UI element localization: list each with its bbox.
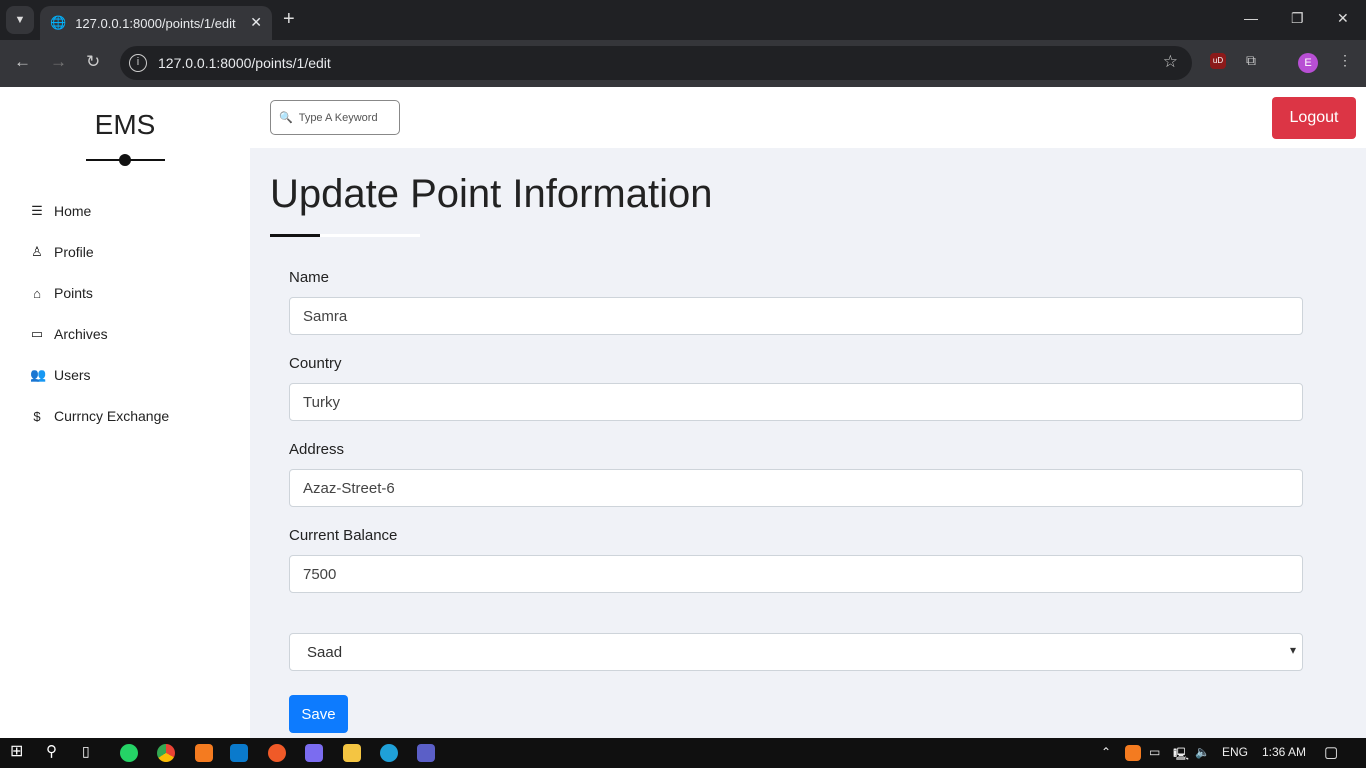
extensions-icon[interactable]: ⧉: [1246, 52, 1256, 69]
bookmark-star-icon[interactable]: ☆: [1163, 52, 1178, 72]
browser-tab-bar: ▼ 🌐 127.0.0.1:8000/points/1/edit ✕ + — ❐…: [0, 0, 1366, 40]
sidebar-item-profile[interactable]: ♙ Profile: [30, 244, 94, 260]
tray-xampp-icon[interactable]: [1125, 745, 1141, 761]
search-taskbar-icon[interactable]: ⚲: [46, 742, 64, 760]
user-select[interactable]: Saad ▾: [289, 633, 1303, 671]
bank-icon: ⌂: [33, 285, 41, 301]
logo: EMS: [94, 109, 156, 140]
browser-toolbar: ← → ↻ i 127.0.0.1:8000/points/1/edit ☆ u…: [0, 40, 1366, 87]
close-tab-icon[interactable]: ✕: [250, 14, 262, 31]
search-icon: 🔍: [279, 112, 293, 124]
clock[interactable]: 1:36 AM: [1262, 745, 1306, 759]
top-header: 🔍 Type A Keyword Logout: [250, 87, 1366, 148]
new-tab-button[interactable]: +: [283, 8, 295, 31]
chart-icon: ☰: [31, 203, 43, 218]
close-window-icon[interactable]: ✕: [1337, 10, 1349, 27]
sidebar: EMS ☰ Home ♙ Profile ⌂ Points ▭ Archives 👥 Us…: [0, 87, 250, 738]
app-icon[interactable]: [268, 744, 286, 762]
browser-tab[interactable]: 🌐 127.0.0.1:8000/points/1/edit ✕: [40, 6, 272, 40]
chrome-icon[interactable]: [157, 744, 175, 762]
folder-icon: ▭: [30, 326, 44, 341]
search-input[interactable]: 🔍 Type A Keyword: [270, 100, 400, 135]
sidebar-item-points[interactable]: ⌂ Points: [30, 285, 93, 301]
forward-icon[interactable]: →: [50, 52, 67, 72]
network-icon[interactable]: 🖳: [1173, 745, 1189, 766]
tab-search-button[interactable]: ▼: [6, 6, 34, 34]
reload-icon[interactable]: ↻: [86, 52, 100, 72]
sidebar-item-currency-exchange[interactable]: $ Currncy Exchange: [30, 408, 169, 424]
back-icon[interactable]: ←: [14, 52, 31, 72]
address-input[interactable]: [289, 469, 1303, 507]
users-icon: 👥: [30, 367, 47, 382]
search-placeholder: Type A Keyword: [298, 111, 378, 124]
file-explorer-icon[interactable]: [343, 744, 361, 762]
info-icon[interactable]: i: [129, 54, 147, 72]
user-icon: ♙: [31, 244, 43, 259]
name-input[interactable]: [289, 297, 1303, 335]
country-input[interactable]: [289, 383, 1303, 421]
sidebar-item-users[interactable]: 👥 Users: [30, 367, 91, 383]
windows-start-icon[interactable]: ⊞: [10, 741, 28, 760]
dollar-icon: $: [33, 408, 41, 424]
logo-dot: [119, 154, 131, 166]
name-label: Name: [289, 269, 330, 286]
page-title: Update Point Information: [270, 172, 713, 216]
volume-icon[interactable]: 🔈: [1195, 745, 1210, 759]
battery-icon[interactable]: ▭: [1149, 745, 1160, 759]
balance-input[interactable]: [289, 555, 1303, 593]
title-underline: [270, 234, 320, 237]
teams-icon[interactable]: [417, 744, 435, 762]
xampp-icon[interactable]: [195, 744, 213, 762]
save-button[interactable]: Save: [289, 695, 348, 733]
menu-icon[interactable]: ⋮: [1338, 52, 1352, 69]
profile-avatar[interactable]: E: [1298, 53, 1318, 73]
whatsapp-icon[interactable]: [120, 744, 138, 762]
minimize-icon[interactable]: —: [1244, 10, 1258, 26]
country-label: Country: [289, 355, 342, 372]
restore-icon[interactable]: ❐: [1291, 10, 1304, 27]
edge-icon[interactable]: [380, 744, 398, 762]
language-indicator[interactable]: ENG: [1222, 745, 1248, 759]
globe-icon: 🌐: [50, 15, 67, 30]
task-view-icon[interactable]: ▯: [82, 743, 100, 761]
ublock-extension-icon[interactable]: uD: [1210, 53, 1226, 69]
chevron-down-icon: ▾: [1289, 643, 1296, 657]
title-underline-light: [320, 234, 420, 237]
address-bar[interactable]: i 127.0.0.1:8000/points/1/edit ☆: [120, 46, 1192, 80]
taskbar: ⊞ ⚲ ▯ ⌃ ▭ 🖳 🔈 ENG 1:36 AM ▢: [0, 738, 1366, 768]
sidebar-item-home[interactable]: ☰ Home: [30, 203, 91, 219]
balance-label: Current Balance: [289, 527, 398, 544]
proton-vpn-icon[interactable]: [305, 744, 323, 762]
address-label: Address: [289, 441, 345, 458]
notifications-icon[interactable]: ▢: [1324, 743, 1338, 761]
url-text: 127.0.0.1:8000/points/1/edit: [158, 55, 331, 71]
logout-button[interactable]: Logout: [1272, 97, 1356, 139]
tab-title: 127.0.0.1:8000/points/1/edit: [75, 15, 236, 31]
tray-chevron-icon[interactable]: ⌃: [1101, 745, 1111, 759]
vscode-icon[interactable]: [230, 744, 248, 762]
sidebar-item-archives[interactable]: ▭ Archives: [30, 326, 108, 342]
